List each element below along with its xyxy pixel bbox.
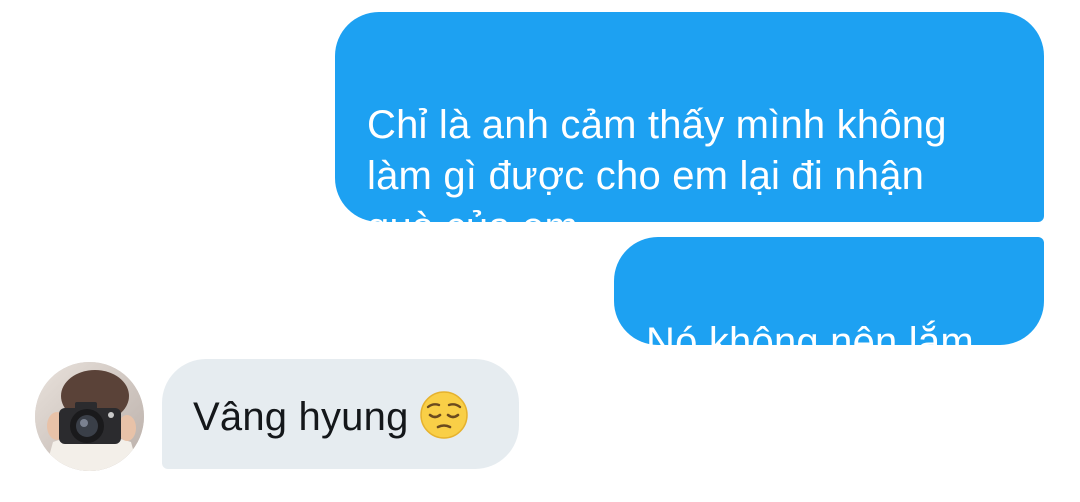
- incoming-message-bubble[interactable]: Vâng hyung: [162, 359, 519, 469]
- message-text: Chỉ là anh cảm thấy mình không làm gì đư…: [367, 103, 947, 249]
- pensive-face-icon: [419, 390, 469, 440]
- chat-thread: Chỉ là anh cảm thấy mình không làm gì đư…: [0, 0, 1080, 502]
- message-text: Vâng hyung: [193, 395, 409, 439]
- outgoing-message-bubble[interactable]: Chỉ là anh cảm thấy mình không làm gì đư…: [335, 12, 1044, 249]
- contact-avatar[interactable]: [35, 362, 144, 471]
- outgoing-message-bubble[interactable]: Nó không nên lắm: [614, 237, 1044, 364]
- avatar-image: [35, 362, 144, 471]
- message-text: Nó không nên lắm: [646, 320, 974, 364]
